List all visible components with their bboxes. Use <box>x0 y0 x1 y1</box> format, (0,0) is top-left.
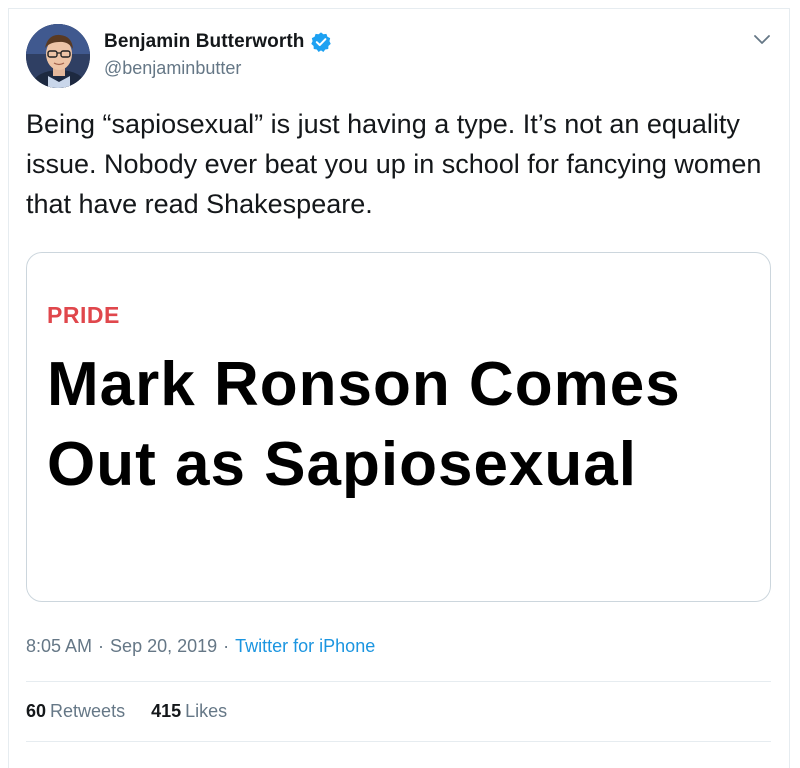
retweets-count: 60 <box>26 701 47 721</box>
author-name-row[interactable]: Benjamin Butterworth <box>104 31 332 53</box>
tweet-stats: 60 Retweets 415 Likes <box>26 701 227 722</box>
tweet-source-link[interactable]: Twitter for iPhone <box>235 636 375 657</box>
tweet-date[interactable]: Sep 20, 2019 <box>110 636 217 657</box>
card-category: PRIDE <box>47 302 120 328</box>
likes-stat[interactable]: 415 Likes <box>151 701 227 722</box>
divider <box>26 681 771 682</box>
tweet-time[interactable]: 8:05 AM <box>26 636 92 657</box>
divider <box>26 741 771 742</box>
tweet-meta: 8:05 AM · Sep 20, 2019 · Twitter for iPh… <box>26 636 375 657</box>
avatar-image <box>26 24 90 88</box>
likes-label: Likes <box>185 701 228 721</box>
meta-separator: · <box>223 636 230 656</box>
link-preview-card[interactable]: PRIDE Mark Ronson Comes Out as Sapiosexu… <box>26 252 771 602</box>
retweets-stat[interactable]: 60 Retweets <box>26 701 125 722</box>
likes-count: 415 <box>151 701 182 721</box>
verified-badge-icon <box>310 31 332 53</box>
author-handle[interactable]: @benjaminbutter <box>104 58 241 79</box>
avatar[interactable] <box>26 24 90 88</box>
tweet-menu-button[interactable] <box>750 30 774 50</box>
chevron-down-icon <box>750 35 774 54</box>
tweet-text: Being “sapiosexual” is just having a typ… <box>26 109 762 219</box>
retweets-label: Retweets <box>50 701 126 721</box>
author-name[interactable]: Benjamin Butterworth <box>104 31 304 53</box>
card-headline: Mark Ronson Comes Out as Sapiosexual <box>47 350 681 499</box>
meta-separator: · <box>98 636 105 656</box>
